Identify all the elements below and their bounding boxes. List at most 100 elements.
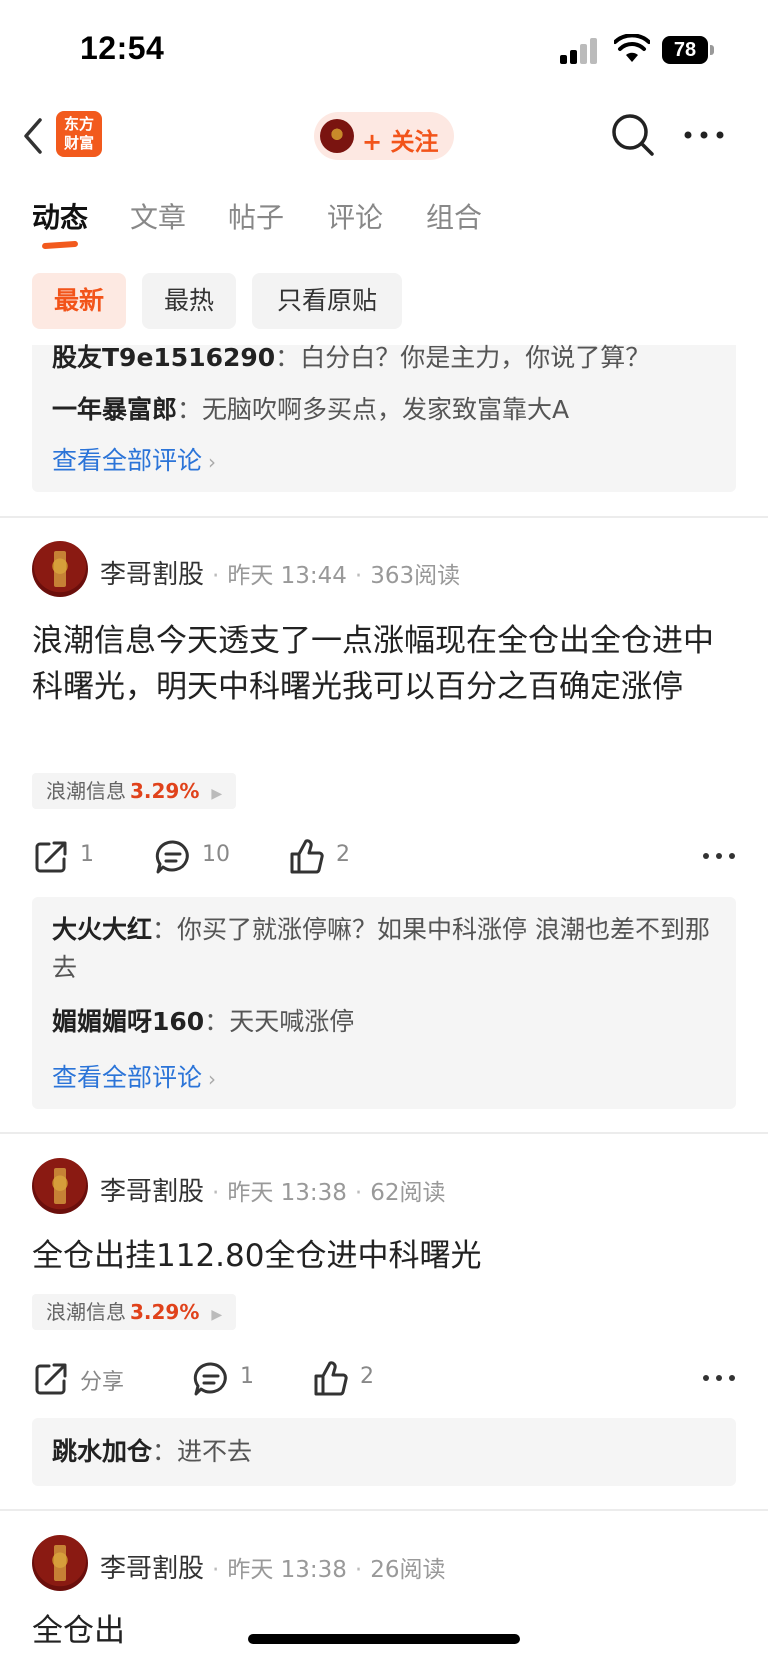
- post-author[interactable]: 李哥割股: [100, 1554, 204, 1584]
- stock-change: 3.29%: [130, 779, 200, 803]
- see-all-comments-link[interactable]: 查看全部评论 ›: [52, 441, 216, 477]
- battery-level: 78: [662, 36, 708, 64]
- filter-hottest[interactable]: 最热: [142, 273, 236, 329]
- more-icon[interactable]: [702, 846, 736, 866]
- cellular-signal-icon: [560, 38, 600, 64]
- share-icon: [35, 1363, 67, 1395]
- like-count: 2: [360, 1364, 374, 1389]
- post-author[interactable]: 李哥割股: [100, 1177, 204, 1207]
- home-indicator: [248, 1634, 520, 1644]
- like-button[interactable]: 2: [312, 1356, 412, 1400]
- nav-bar: 东方 财富 + 关注: [0, 100, 768, 172]
- post-meta: 李哥割股 · 昨天 13:44 · 363阅读: [100, 560, 461, 590]
- stock-change: 3.29%: [130, 1300, 200, 1324]
- post-reads: 363阅读: [370, 563, 461, 589]
- stock-tag[interactable]: 浪潮信息 3.29% ▶: [32, 1294, 237, 1330]
- post-meta: 李哥割股 · 昨天 13:38 · 62阅读: [100, 1177, 446, 1207]
- wifi-icon: [614, 34, 650, 62]
- comment-separator: ：: [204, 1007, 230, 1036]
- post-actions: 分享 1 2: [32, 1356, 736, 1400]
- search-icon[interactable]: [610, 112, 656, 158]
- follow-button[interactable]: + 关注: [314, 112, 454, 160]
- more-icon[interactable]: [682, 120, 726, 150]
- status-bar: 12:54 78: [0, 0, 768, 100]
- divider: [0, 1132, 768, 1134]
- post-meta: 李哥割股 · 昨天 13:38 · 26阅读: [100, 1554, 446, 1584]
- comment-item[interactable]: 跳水加仓：进不去: [52, 1433, 716, 1471]
- chevron-right-icon: ›: [208, 450, 217, 474]
- tab-portfolios[interactable]: 组合: [426, 196, 482, 236]
- tab-dynamics[interactable]: 动态: [32, 196, 88, 236]
- comment-icon: [155, 840, 189, 874]
- play-arrow-icon: ▶: [211, 1307, 223, 1323]
- comment-box: 跳水加仓：进不去: [32, 1418, 736, 1486]
- avatar: [320, 119, 354, 153]
- see-all-label: 查看全部评论: [52, 446, 203, 475]
- status-time: 12:54: [80, 30, 165, 66]
- share-count: 1: [80, 842, 94, 867]
- comment-author: 跳水加仓: [52, 1437, 153, 1466]
- comment-box: 大火大红：你买了就涨停嘛？如果中科涨停 浪潮也差不到那去 媚媚媚呀160：天天喊…: [32, 897, 736, 1109]
- post-time: 昨天 13:38: [227, 1557, 347, 1583]
- post-actions: 1 10 2: [32, 834, 736, 878]
- logo-text: 东方 财富: [63, 115, 94, 152]
- like-count: 2: [336, 842, 350, 867]
- divider: [0, 516, 768, 518]
- post-text[interactable]: 全仓出挂112.80全仓进中科曙光: [32, 1233, 740, 1279]
- see-all-comments-link[interactable]: 查看全部评论 ›: [52, 1058, 216, 1094]
- comment-author: 股友T9e1516290: [52, 343, 276, 372]
- filter-original-only[interactable]: 只看原贴: [252, 273, 402, 329]
- avatar[interactable]: [32, 1158, 88, 1214]
- play-arrow-icon: ▶: [211, 786, 223, 802]
- avatar[interactable]: [32, 541, 88, 597]
- comment-icon: [193, 1362, 227, 1396]
- stock-name: 浪潮信息: [46, 779, 126, 803]
- like-button[interactable]: 2: [288, 834, 388, 878]
- comment-author: 一年暴富郎: [52, 395, 178, 424]
- share-button[interactable]: 1: [32, 834, 132, 878]
- post-reads: 26阅读: [370, 1557, 446, 1583]
- thumbs-up-icon: [314, 1361, 348, 1396]
- comment-separator: ：: [152, 1437, 178, 1466]
- back-icon[interactable]: [18, 116, 48, 156]
- post-text[interactable]: 全仓出: [32, 1608, 740, 1654]
- comment-item[interactable]: 一年暴富郎：无脑吹啊多买点，发家致富靠大A: [52, 391, 716, 429]
- post-time: 昨天 13:44: [227, 563, 347, 589]
- battery-icon: 78: [662, 36, 714, 64]
- comment-box: 股友T9e1516290：白分白？你是主力，你说了算？ 一年暴富郎：无脑吹啊多买…: [32, 343, 736, 492]
- filter-latest[interactable]: 最新: [32, 273, 126, 329]
- share-label: 分享: [80, 1370, 125, 1395]
- tab-active-indicator: [41, 240, 79, 250]
- chevron-right-icon: ›: [208, 1067, 217, 1091]
- see-all-label: 查看全部评论: [52, 1063, 203, 1092]
- post-author[interactable]: 李哥割股: [100, 560, 204, 590]
- comment-button[interactable]: 1: [192, 1356, 292, 1400]
- stock-tag[interactable]: 浪潮信息 3.29% ▶: [32, 773, 237, 809]
- share-icon: [35, 841, 67, 873]
- comment-author: 媚媚媚呀160: [52, 1007, 205, 1036]
- comment-item[interactable]: 股友T9e1516290：白分白？你是主力，你说了算？: [52, 339, 716, 377]
- tab-comments[interactable]: 评论: [327, 196, 383, 236]
- comment-button[interactable]: 10: [154, 834, 254, 878]
- comment-author: 大火大红: [52, 915, 153, 944]
- comment-count: 10: [202, 842, 230, 867]
- comment-text: 进不去: [177, 1437, 253, 1466]
- thumbs-up-icon: [290, 839, 324, 874]
- post-text[interactable]: 浪潮信息今天透支了一点涨幅现在全仓出全仓进中科曙光，明天中科曙光我可以百分之百确…: [32, 618, 740, 710]
- avatar[interactable]: [32, 1535, 88, 1591]
- comment-separator: ：: [152, 915, 178, 944]
- post-time: 昨天 13:38: [227, 1180, 347, 1206]
- comment-item[interactable]: 大火大红：你买了就涨停嘛？如果中科涨停 浪潮也差不到那去: [52, 911, 716, 987]
- tab-articles[interactable]: 文章: [130, 196, 186, 236]
- comment-item[interactable]: 媚媚媚呀160：天天喊涨停: [52, 1003, 716, 1041]
- more-icon[interactable]: [702, 1368, 736, 1388]
- share-button[interactable]: 分享: [32, 1356, 162, 1400]
- comment-separator: ：: [177, 395, 203, 424]
- tab-posts[interactable]: 帖子: [228, 196, 284, 236]
- follow-label: + 关注: [362, 128, 439, 156]
- comment-count: 1: [240, 1364, 254, 1389]
- comment-separator: ：: [275, 343, 301, 372]
- comment-text: 白分白？你是主力，你说了算？: [300, 343, 651, 372]
- post-reads: 62阅读: [370, 1180, 446, 1206]
- stock-name: 浪潮信息: [46, 1300, 126, 1324]
